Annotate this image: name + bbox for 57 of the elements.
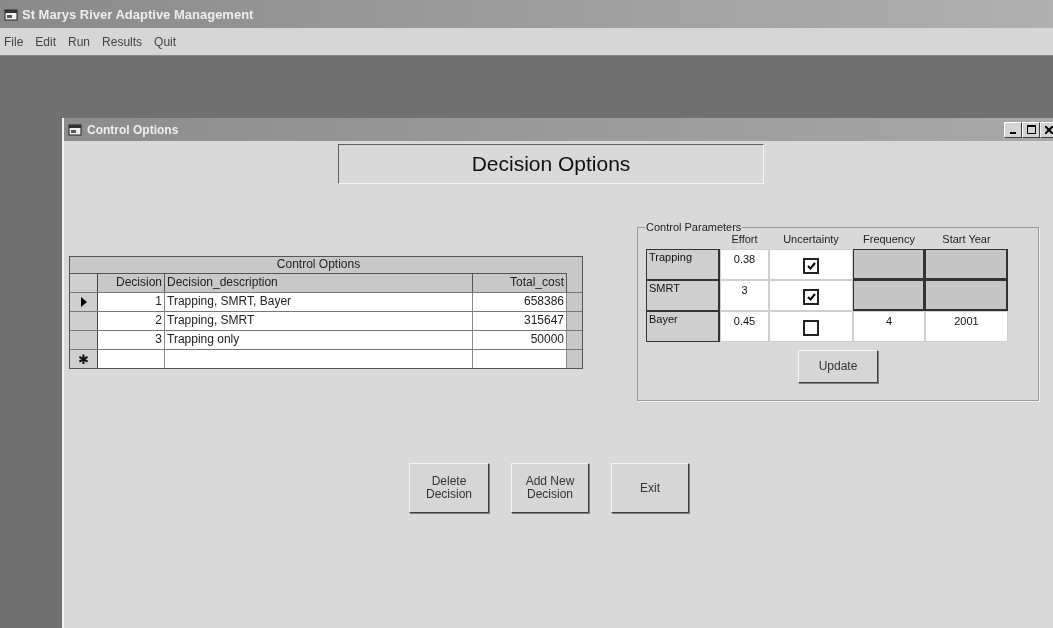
action-button[interactable]: Exit	[611, 463, 689, 513]
table-cell: 2	[98, 312, 165, 330]
select-all-corner[interactable]	[70, 274, 98, 292]
frequency-field[interactable]: 4	[853, 311, 925, 342]
table-cell: Trapping, SMRT, Bayer	[165, 293, 473, 311]
table-cell: 1	[98, 293, 165, 311]
group-title: Control Parameters	[645, 221, 743, 233]
close-button[interactable]	[1040, 121, 1053, 138]
maximize-button[interactable]	[1022, 121, 1040, 138]
column-header[interactable]: Decision_description	[165, 274, 473, 292]
menu-item[interactable]: Run	[68, 34, 91, 49]
table-cell: 3	[98, 331, 165, 349]
menu-item[interactable]: File	[4, 34, 24, 49]
form-icon	[68, 123, 82, 136]
menu-item[interactable]: Results	[102, 34, 143, 49]
record-selector[interactable]	[70, 331, 98, 349]
table-cell: 50000	[473, 331, 567, 349]
window-title: St Marys River Adaptive Management	[22, 6, 254, 22]
effort-field[interactable]: 0.38	[720, 249, 769, 280]
menu-item[interactable]: Quit	[154, 34, 177, 49]
action-button[interactable]: Add New Decision	[511, 463, 589, 513]
row-label: Bayer	[646, 311, 720, 342]
record-selector[interactable]	[70, 312, 98, 330]
row-label: Trapping	[646, 249, 720, 280]
column-header: Effort	[730, 233, 759, 247]
action-button[interactable]: Delete Decision	[409, 463, 489, 513]
grid-caption: Control Options	[70, 257, 567, 274]
table-cell: 315647	[473, 312, 567, 330]
maximize-icon	[1026, 125, 1036, 134]
effort-field[interactable]: 3	[720, 280, 769, 311]
table-cell: Trapping only	[165, 331, 473, 349]
current-row-icon	[80, 297, 87, 307]
checkmark-icon	[806, 293, 816, 301]
menu-item[interactable]: Edit	[35, 34, 57, 49]
record-selector[interactable]	[70, 293, 98, 311]
column-header: Start Year	[941, 233, 992, 247]
column-header: Uncertainty	[782, 233, 840, 247]
row-label: SMRT	[646, 280, 720, 311]
column-header[interactable]: Total_cost	[473, 274, 567, 292]
minimize-button[interactable]	[1004, 121, 1022, 138]
column-header[interactable]: Decision	[98, 274, 165, 292]
app-icon	[4, 7, 18, 21]
update-button[interactable]: Update	[798, 350, 878, 383]
column-header: Frequency	[862, 233, 916, 247]
start-year-field[interactable]: 2001	[925, 311, 1008, 342]
close-icon	[1045, 125, 1053, 134]
table-cell: 658386	[473, 293, 567, 311]
table-cell: Trapping, SMRT	[165, 312, 473, 330]
minimize-icon	[1010, 131, 1016, 134]
child-window-title: Control Options	[87, 122, 179, 137]
uncertainty-checkbox[interactable]	[803, 258, 819, 274]
effort-field[interactable]: 0.45	[720, 311, 769, 342]
checkmark-icon	[806, 262, 816, 270]
new-row-marker[interactable]: ✱	[70, 350, 98, 368]
uncertainty-checkbox[interactable]	[803, 320, 819, 336]
uncertainty-checkbox[interactable]	[803, 289, 819, 305]
heading: Decision Options	[338, 144, 764, 184]
